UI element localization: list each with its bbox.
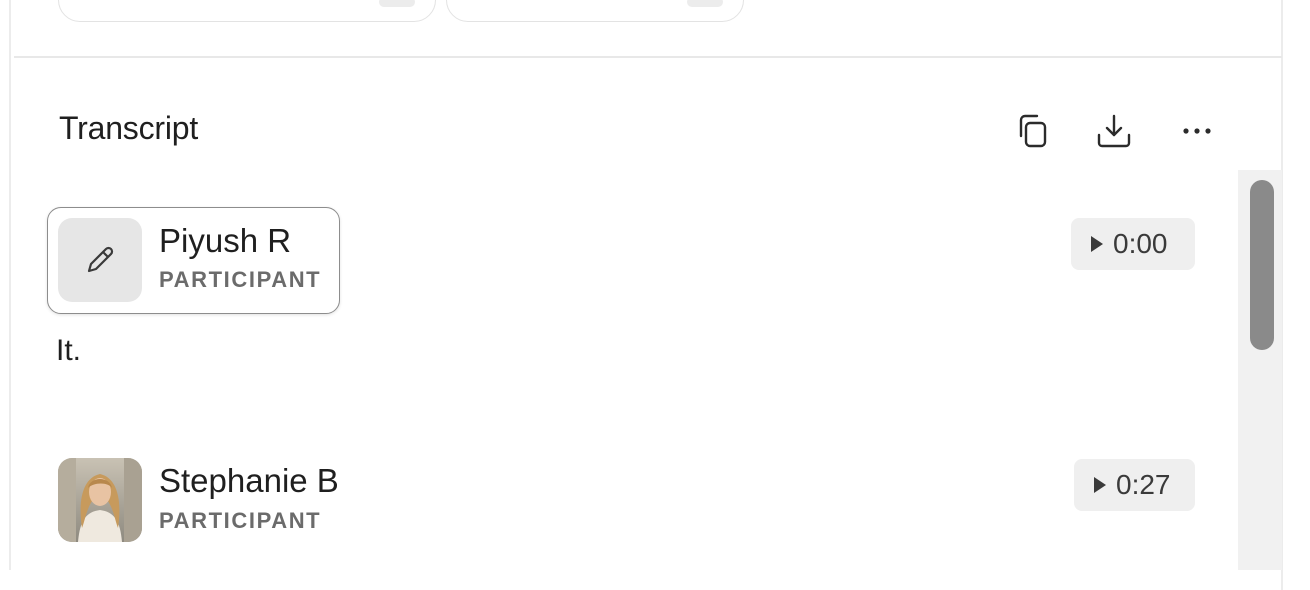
- edit-speaker-button[interactable]: [58, 218, 142, 302]
- top-card-right[interactable]: [446, 0, 744, 22]
- download-button[interactable]: [1094, 111, 1134, 151]
- more-options-button[interactable]: [1177, 111, 1217, 151]
- timestamp: 0:27: [1116, 469, 1171, 500]
- speaker-name: Stephanie B: [159, 462, 339, 499]
- play-icon: [1091, 236, 1103, 252]
- top-card-right-control: [687, 0, 723, 7]
- section-divider: [14, 56, 1282, 58]
- play-timestamp-button[interactable]: 0:00: [1071, 218, 1195, 270]
- timestamp: 0:00: [1113, 228, 1168, 259]
- speaker-role: PARTICIPANT: [159, 508, 322, 533]
- top-card-left-control: [379, 0, 415, 7]
- scrollbar-thumb[interactable]: [1250, 180, 1274, 350]
- transcript-title: Transcript: [59, 110, 199, 146]
- play-icon: [1094, 477, 1106, 493]
- speaker-name: Piyush R: [159, 222, 292, 259]
- profile-photo: [58, 458, 142, 542]
- copy-icon: [1019, 114, 1047, 148]
- utterance-text: It.: [56, 334, 82, 367]
- pencil-icon: [87, 246, 114, 273]
- panel-left-border: [9, 0, 11, 570]
- transcript-panel: Transcript Piyush R PARTICIPANT 0:00 It.…: [0, 0, 1310, 590]
- avatar: [58, 458, 142, 542]
- play-timestamp-button[interactable]: 0:27: [1074, 459, 1195, 511]
- download-icon: [1097, 114, 1131, 148]
- copy-button[interactable]: [1013, 111, 1053, 151]
- speaker-role: PARTICIPANT: [159, 267, 322, 292]
- more-options-icon: [1183, 128, 1211, 134]
- top-card-left[interactable]: [58, 0, 436, 22]
